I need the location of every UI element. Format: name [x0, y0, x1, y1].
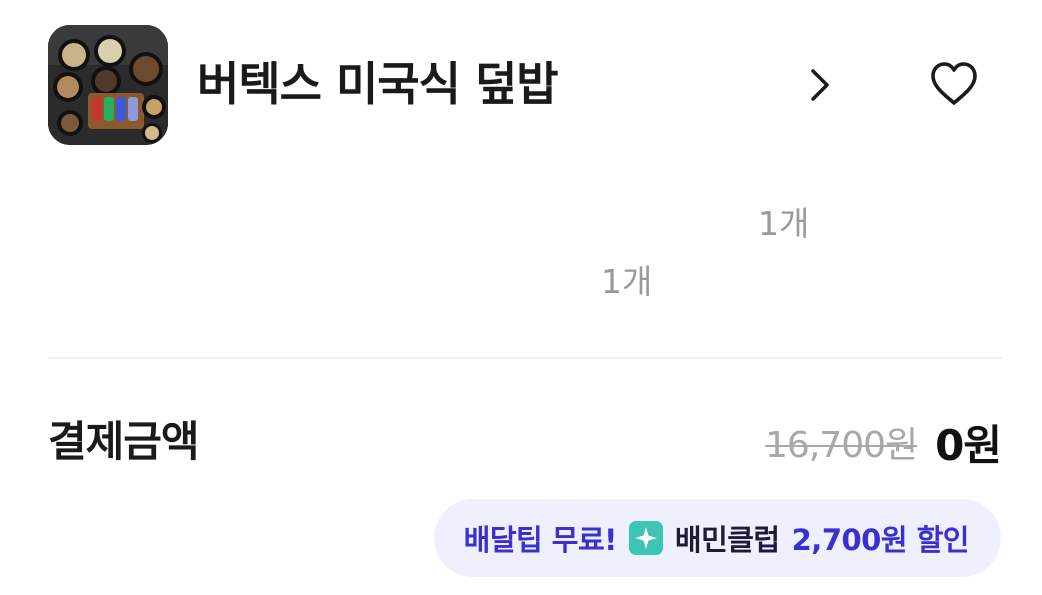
free-delivery-text: 배달팁 무료!	[463, 523, 618, 557]
favorite-button[interactable]	[926, 58, 982, 110]
item-quantity: 1개	[758, 204, 810, 243]
item-quantity: 1개	[601, 262, 653, 301]
final-price: 0원	[935, 420, 1002, 470]
store-name[interactable]: 버텍스 미국식 덮밥	[197, 52, 559, 116]
payment-amount-label: 결제금액	[48, 417, 200, 466]
chevron-right-icon	[811, 69, 829, 101]
original-price: 16,700원	[765, 425, 918, 466]
order-summary-card: 버텍스 미국식 덮밥 1개 1개 결제금액 16,700원 0원 배달팁 무료!…	[0, 0, 1042, 595]
store-thumbnail-image[interactable]	[48, 25, 168, 145]
section-divider	[48, 357, 1002, 359]
club-discount-text: 2,700원 할인	[791, 523, 970, 557]
payment-amount: 16,700원 0원	[765, 414, 1002, 470]
club-name: 배민클럽	[674, 523, 780, 557]
store-detail-button[interactable]	[800, 62, 840, 108]
food-photo-thumbnail	[48, 25, 168, 145]
promo-banner[interactable]: 배달팁 무료! 배민클럽 2,700원 할인	[433, 499, 1001, 577]
heart-outline-icon	[931, 62, 977, 105]
sparkle-badge-icon	[628, 521, 663, 555]
